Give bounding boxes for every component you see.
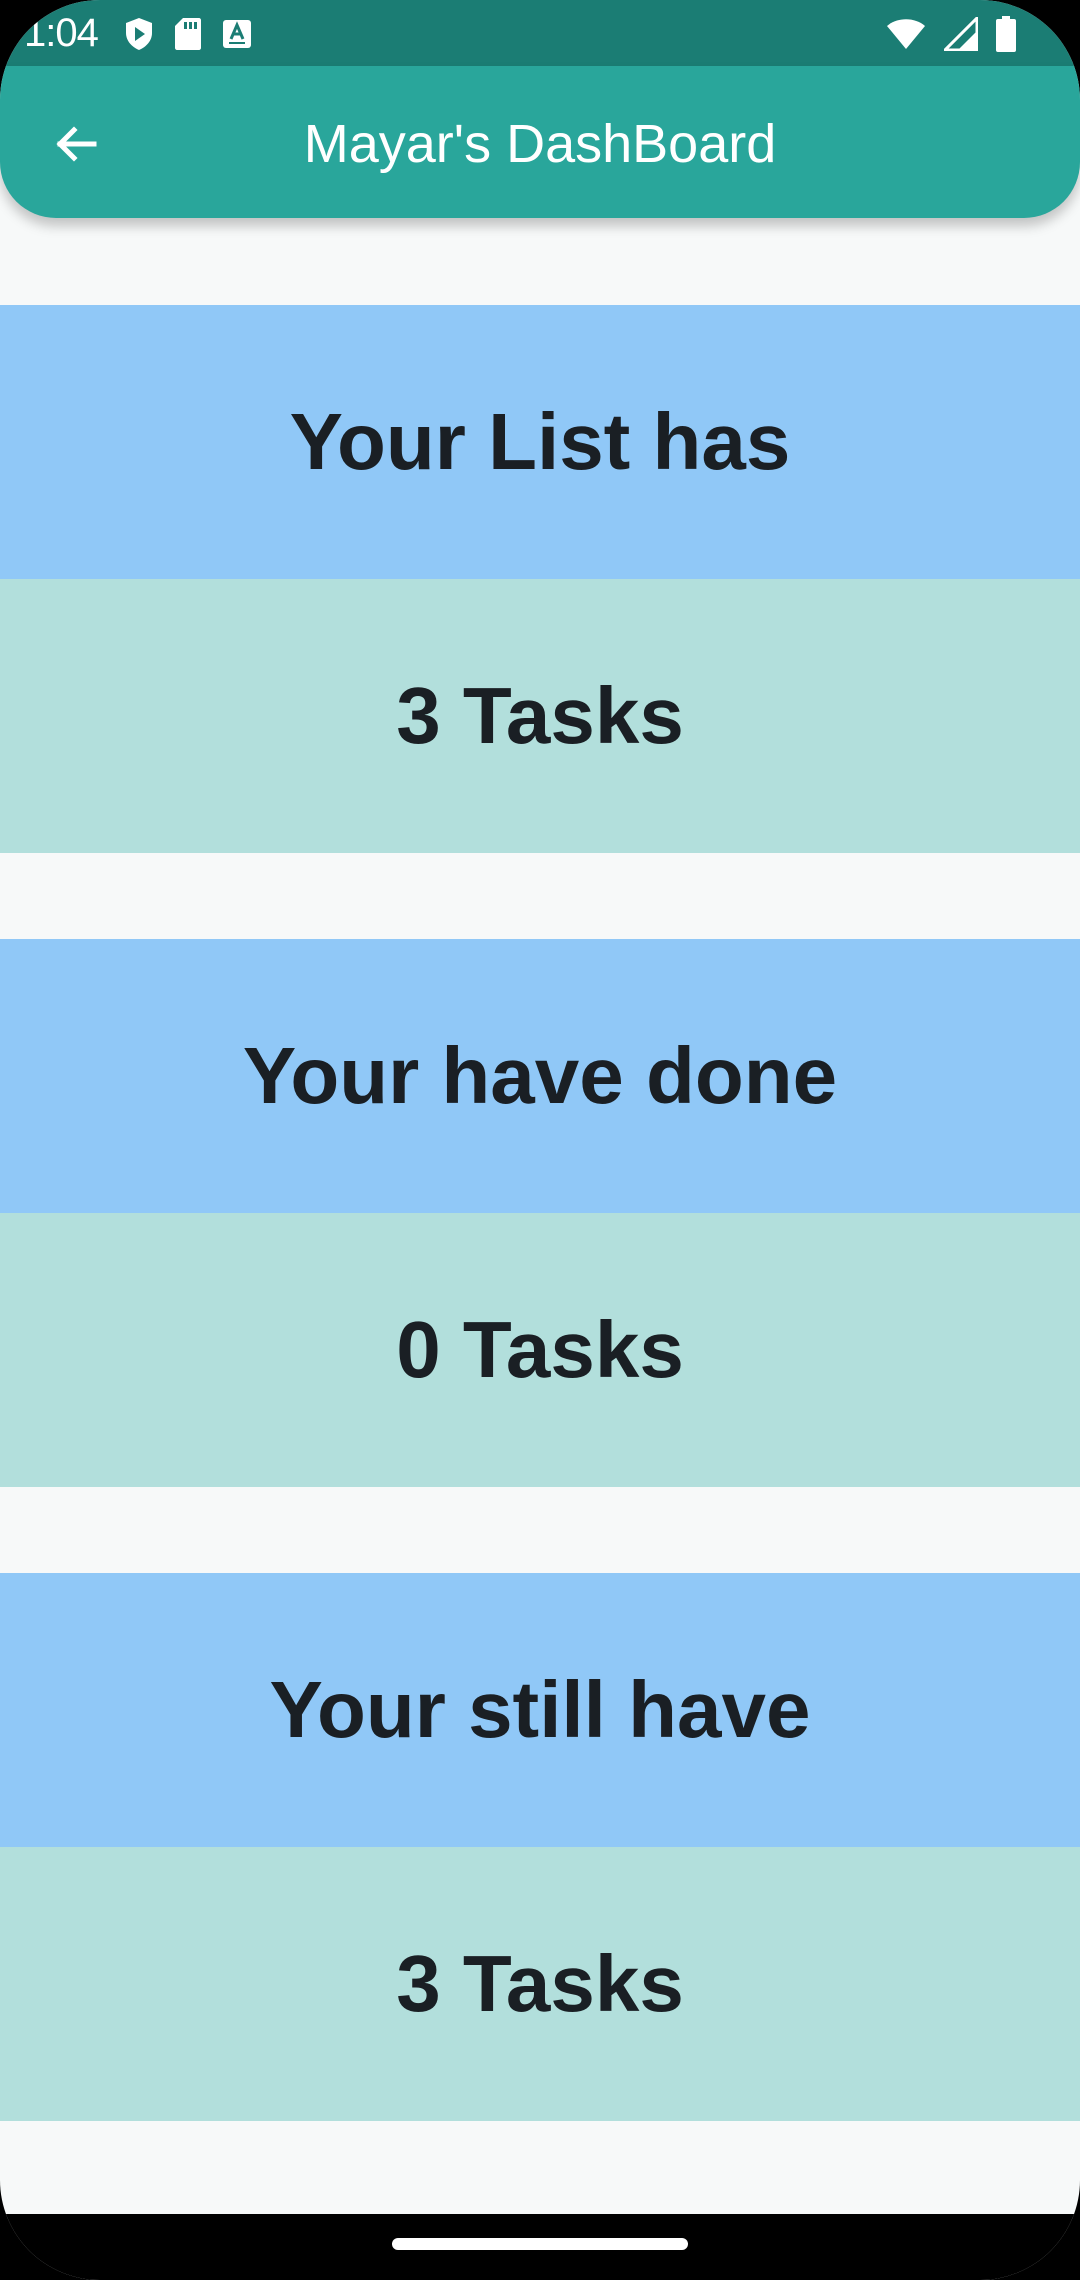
device-screen: 1:04 Mayar's DashBoard Your List has 3 T… <box>0 0 1080 2280</box>
shield-play-icon <box>124 17 154 51</box>
sd-card-icon <box>174 17 202 51</box>
battery-icon <box>996 16 1016 52</box>
stat-value: 3 Tasks <box>0 579 1080 853</box>
keyboard-a-icon <box>222 19 252 49</box>
stat-card-done: Your have done 0 Tasks <box>0 939 1080 1487</box>
navigation-bar <box>0 2214 1080 2280</box>
status-bar: 1:04 <box>0 0 1080 66</box>
status-notification-icons <box>124 14 252 54</box>
status-system-icons <box>886 14 1016 54</box>
stat-value: 3 Tasks <box>0 1847 1080 2121</box>
stat-card-remaining: Your still have 3 Tasks <box>0 1573 1080 2121</box>
stat-label: Your have done <box>0 939 1080 1213</box>
status-time: 1:04 <box>24 11 99 55</box>
wifi-icon <box>886 18 926 50</box>
stat-label: Your List has <box>0 305 1080 579</box>
home-indicator[interactable] <box>392 2238 688 2250</box>
stat-value: 0 Tasks <box>0 1213 1080 1487</box>
dashboard-content: Your List has 3 Tasks Your have done 0 T… <box>0 305 1080 2207</box>
stat-card-total: Your List has 3 Tasks <box>0 305 1080 853</box>
stat-label: Your still have <box>0 1573 1080 1847</box>
signal-icon <box>944 17 978 51</box>
page-title: Mayar's DashBoard <box>303 114 777 174</box>
app-bar: Mayar's DashBoard <box>0 66 1080 218</box>
